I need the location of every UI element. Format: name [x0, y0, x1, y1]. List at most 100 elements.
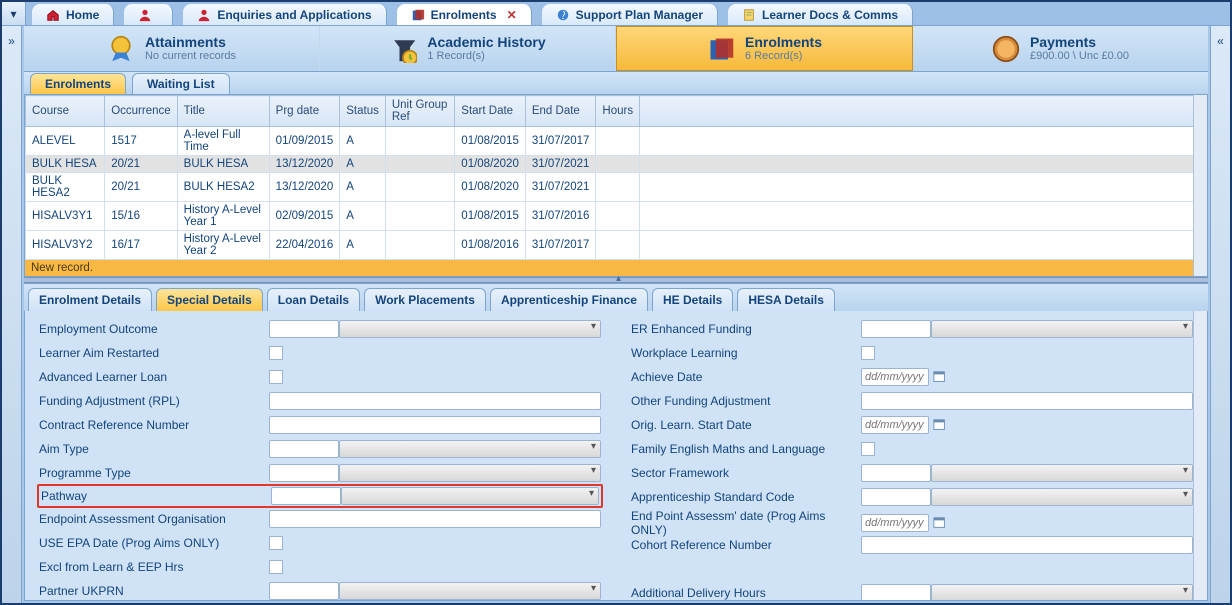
card-subtitle: No current records: [145, 50, 236, 63]
person-icon: [197, 8, 211, 22]
grid-header[interactable]: Start Date: [455, 96, 526, 127]
detail-tab-hesa-details[interactable]: HESA Details: [737, 288, 835, 311]
grid-cell: History A-Level Year 1: [177, 202, 269, 231]
grid-cell: 16/17: [105, 231, 177, 260]
text-input[interactable]: [271, 487, 341, 505]
date-input[interactable]: [861, 368, 929, 386]
grid-cell: 01/08/2015: [455, 202, 526, 231]
grid-header[interactable]: Prg date: [269, 96, 340, 127]
field-label: Orig. Learn. Start Date: [631, 418, 861, 432]
checkbox[interactable]: [269, 370, 283, 384]
close-icon[interactable]: ✕: [507, 8, 517, 22]
calendar-icon[interactable]: [933, 418, 947, 432]
date-input[interactable]: [861, 514, 929, 532]
detail-tab-work-placements[interactable]: Work Placements: [364, 288, 486, 311]
summary-card-attainments[interactable]: AttainmentsNo current records: [24, 26, 320, 71]
detail-tab-apprenticeship-finance[interactable]: Apprenticeship Finance: [490, 288, 648, 311]
grid-header[interactable]: Status: [340, 96, 386, 127]
grid-cell: 20/21: [105, 173, 177, 202]
text-input[interactable]: [269, 392, 601, 410]
text-input[interactable]: [269, 320, 339, 338]
table-row[interactable]: BULK HESA220/21BULK HESA213/12/2020A01/0…: [26, 173, 1207, 202]
table-row[interactable]: HISALV3Y115/16History A-Level Year 102/0…: [26, 202, 1207, 231]
text-input[interactable]: [861, 584, 931, 601]
table-row[interactable]: BULK HESA20/21BULK HESA13/12/2020A01/08/…: [26, 156, 1207, 173]
text-input[interactable]: [269, 582, 339, 600]
grid-cell: 01/09/2015: [269, 127, 340, 156]
app-tab-learner-docs-comms[interactable]: Learner Docs & Comms: [728, 4, 913, 25]
detail-resize-handle[interactable]: [24, 277, 1208, 283]
grid-header[interactable]: Course: [26, 96, 105, 127]
text-input[interactable]: [269, 416, 601, 434]
grid-cell: 31/07/2017: [525, 231, 596, 260]
dropdown[interactable]: [339, 582, 601, 600]
grid-header[interactable]: Title: [177, 96, 269, 127]
text-input[interactable]: [861, 320, 931, 338]
app-tab-home[interactable]: Home: [32, 4, 114, 25]
field-excl-from-learn-eep-hrs: Excl from Learn & EEP Hrs: [39, 555, 601, 579]
grid-cell: A-level Full Time: [177, 127, 269, 156]
expand-right-rail[interactable]: «: [1210, 26, 1230, 603]
app-tab-enrolments[interactable]: Enrolments✕: [397, 4, 532, 25]
text-input[interactable]: [269, 464, 339, 482]
summary-card-payments[interactable]: Payments£900.00 \ Unc £0.00: [913, 26, 1208, 71]
detail-tab-special-details[interactable]: Special Details: [156, 288, 263, 311]
detail-tab-enrolment-details[interactable]: Enrolment Details: [28, 288, 152, 311]
card-title: Academic History: [427, 34, 545, 51]
summary-card-academic-history[interactable]: Academic History1 Record(s): [320, 26, 616, 71]
text-input[interactable]: [861, 392, 1193, 410]
text-input[interactable]: [269, 440, 339, 458]
table-row[interactable]: HISALV3Y216/17History A-Level Year 222/0…: [26, 231, 1207, 260]
calendar-icon[interactable]: [933, 516, 947, 530]
date-input[interactable]: [861, 416, 929, 434]
grid-cell: 01/08/2016: [455, 231, 526, 260]
docs-icon: [742, 8, 756, 22]
field-label: Sector Framework: [631, 466, 861, 480]
grid-header[interactable]: Unit Group Ref: [385, 96, 454, 127]
grid-cell: A: [340, 173, 386, 202]
dropdown[interactable]: [341, 487, 599, 505]
dropdown[interactable]: [931, 320, 1193, 338]
app-tab-enquiries-and-applications[interactable]: Enquiries and Applications: [183, 4, 386, 25]
grid-header[interactable]: Hours: [596, 96, 640, 127]
detail-tab-he-details[interactable]: HE Details: [652, 288, 733, 311]
checkbox[interactable]: [269, 560, 283, 574]
dropdown[interactable]: [339, 464, 601, 482]
app-tab-learner[interactable]: [124, 4, 173, 25]
detail-tab-row: Enrolment DetailsSpecial DetailsLoan Det…: [24, 283, 1208, 311]
enrolment-grid[interactable]: CourseOccurrenceTitlePrg dateStatusUnit …: [25, 95, 1207, 260]
dropdown[interactable]: [339, 320, 601, 338]
grid-cell: A: [340, 156, 386, 173]
checkbox[interactable]: [861, 442, 875, 456]
text-input[interactable]: [861, 488, 931, 506]
table-row[interactable]: ALEVEL1517A-level Full Time01/09/2015A01…: [26, 127, 1207, 156]
checkbox[interactable]: [861, 346, 875, 360]
checkbox[interactable]: [269, 346, 283, 360]
app-menu-dropdown[interactable]: ▾: [2, 2, 26, 25]
checkbox[interactable]: [269, 536, 283, 550]
field-other-funding-adjustment: Other Funding Adjustment: [631, 389, 1193, 413]
dropdown[interactable]: [931, 464, 1193, 482]
dropdown[interactable]: [931, 584, 1193, 601]
detail-tab-loan-details[interactable]: Loan Details: [267, 288, 360, 311]
summary-row: AttainmentsNo current recordsAcademic Hi…: [24, 26, 1208, 72]
sub-tab-waiting-list[interactable]: Waiting List: [132, 73, 230, 94]
text-input[interactable]: [269, 510, 601, 528]
text-input[interactable]: [861, 464, 931, 482]
app-tab-support-plan-manager[interactable]: Support Plan Manager: [542, 4, 718, 25]
summary-card-enrolments[interactable]: Enrolments6 Record(s): [616, 26, 913, 71]
card-subtitle: 6 Record(s): [745, 50, 822, 63]
sub-tab-enrolments[interactable]: Enrolments: [30, 73, 126, 94]
dropdown[interactable]: [339, 440, 601, 458]
grid-cell: BULK HESA2: [26, 173, 105, 202]
calendar-icon[interactable]: [933, 370, 947, 384]
text-input[interactable]: [861, 536, 1193, 554]
grid-scrollbar[interactable]: [1193, 95, 1207, 276]
expand-left-rail[interactable]: »: [2, 26, 22, 603]
grid-cell: [596, 127, 640, 156]
form-scrollbar[interactable]: [1193, 311, 1207, 600]
dropdown[interactable]: [931, 488, 1193, 506]
grid-header[interactable]: Occurrence: [105, 96, 177, 127]
field-label: USE EPA Date (Prog Aims ONLY): [39, 536, 269, 550]
grid-header[interactable]: End Date: [525, 96, 596, 127]
